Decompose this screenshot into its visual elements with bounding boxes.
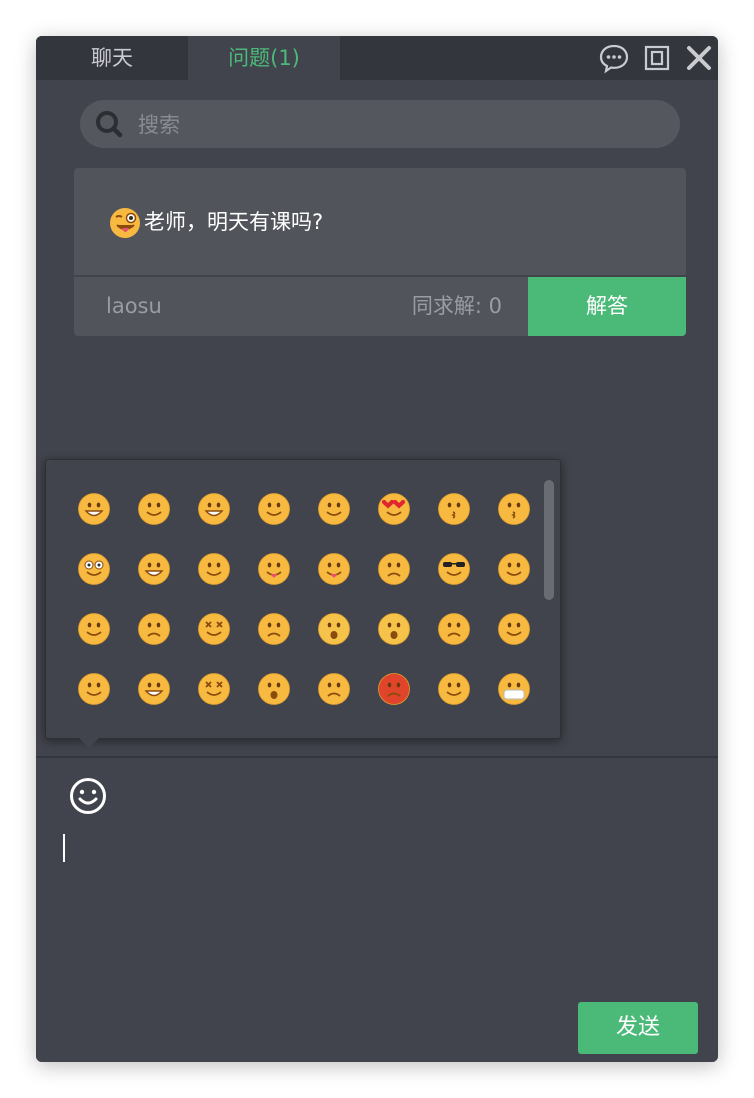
answer-button[interactable]: 解答 (528, 277, 686, 336)
sleepy-emoji-icon[interactable] (424, 660, 484, 720)
heart-eyes-emoji-icon[interactable] (364, 480, 424, 540)
restore-icon[interactable] (641, 42, 673, 74)
grinning-emoji-icon[interactable] (64, 480, 124, 540)
emoji-picker (45, 459, 561, 748)
crying-emoji-icon[interactable] (484, 600, 544, 660)
pouting-emoji-icon[interactable] (364, 660, 424, 720)
kissing-emoji-icon[interactable] (484, 480, 544, 540)
emoji-scrollbar[interactable] (544, 480, 554, 600)
question-card: 老师，明天有课吗? laosu 同求解: 0 解答 (74, 168, 686, 336)
composer: 发送 (36, 756, 718, 1062)
close-icon[interactable] (683, 42, 715, 74)
emoji-picker-pointer (79, 738, 99, 748)
thinking-emoji-icon[interactable] (64, 600, 124, 660)
loudly-crying-emoji-icon[interactable] (64, 660, 124, 720)
smiling-emoji-icon[interactable] (124, 480, 184, 540)
emoji-toggle-icon[interactable] (68, 776, 108, 816)
anxious-emoji-icon[interactable] (364, 600, 424, 660)
search-bar[interactable] (80, 100, 680, 150)
dizzy-emoji-icon[interactable] (184, 660, 244, 720)
squinting-tongue-emoji-icon[interactable] (304, 540, 364, 600)
winking-tongue-emoji-icon[interactable] (244, 540, 304, 600)
unamused-emoji-icon[interactable] (364, 540, 424, 600)
blushing-smile-emoji-icon[interactable] (244, 480, 304, 540)
chat-bubble-icon[interactable] (598, 42, 630, 74)
disappointed-relieved-emoji-icon[interactable] (244, 600, 304, 660)
send-button[interactable]: 发送 (578, 1002, 698, 1054)
big-smile-emoji-icon[interactable] (184, 480, 244, 540)
medical-mask-emoji-icon[interactable] (484, 660, 544, 720)
kissing-heart-emoji-icon[interactable] (424, 480, 484, 540)
tab-chat[interactable]: 聊天 (36, 36, 188, 80)
flushed-emoji-icon[interactable] (64, 540, 124, 600)
zipper-mouth-emoji-icon[interactable] (184, 540, 244, 600)
screaming-emoji-icon[interactable] (244, 660, 304, 720)
wink-emoji-icon[interactable] (304, 480, 364, 540)
message-input[interactable] (60, 828, 694, 992)
text-caret (63, 834, 65, 862)
persevering-emoji-icon[interactable] (424, 600, 484, 660)
same-request-count: 同求解: 0 (411, 294, 502, 318)
card-footer: laosu 同求解: 0 解答 (74, 277, 686, 336)
tears-of-joy-emoji-icon[interactable] (124, 660, 184, 720)
tab-questions[interactable]: 问题(1) (188, 36, 340, 80)
sunglasses-emoji-icon[interactable] (424, 540, 484, 600)
chat-window: 聊天 问题(1) 搜索 老师，明天有课吗? laosu 同求解: 0 解答 发送 (36, 36, 718, 1062)
fearful-emoji-icon[interactable] (304, 600, 364, 660)
question-text: 老师，明天有课吗? (144, 210, 324, 234)
question-author: laosu (106, 294, 162, 318)
cold-sweat-emoji-icon[interactable] (484, 540, 544, 600)
grimacing-emoji-icon[interactable] (124, 540, 184, 600)
tab-bar: 聊天 问题(1) (36, 36, 718, 80)
search-icon (94, 109, 124, 139)
angry-emoji-icon[interactable] (304, 660, 364, 720)
pensive-emoji-icon[interactable] (124, 600, 184, 660)
search-input[interactable] (136, 100, 660, 150)
confounded-emoji-icon[interactable] (184, 600, 244, 660)
question-content: 老师，明天有课吗? (108, 202, 323, 242)
winking-tongue-emoji-icon (108, 206, 142, 240)
